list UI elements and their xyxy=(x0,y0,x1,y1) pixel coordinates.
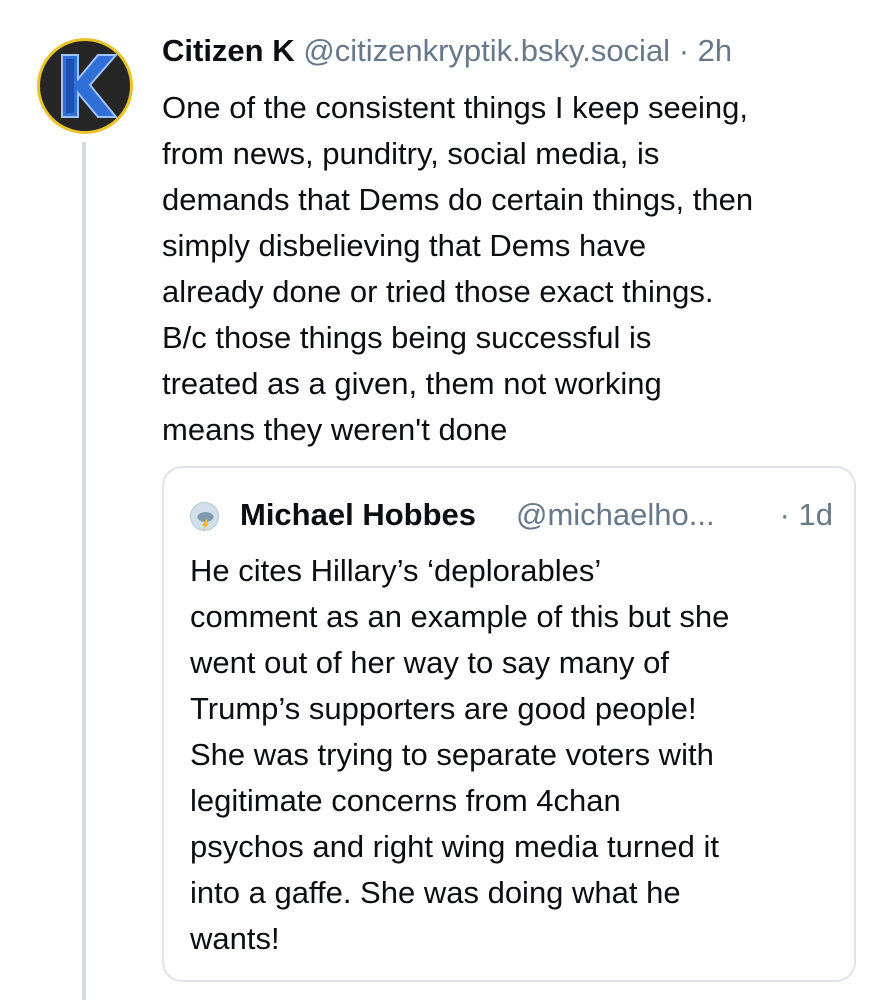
quoted-author-name[interactable]: Michael Hobbes xyxy=(240,494,476,536)
letter-k-logo-icon xyxy=(61,54,119,118)
post-container: Citizen K @citizenkryptik.bsky.social · … xyxy=(0,0,894,1000)
quoted-post-text: He cites Hillary’s ‘deplorables’ comment… xyxy=(190,553,730,956)
quoted-post-timestamp[interactable]: · 1d xyxy=(780,494,833,536)
post-text: One of the consistent things I keep seei… xyxy=(162,90,754,447)
author-name[interactable]: Citizen K xyxy=(162,33,295,68)
quoted-post[interactable]: Michael Hobbes @michaelho... · 1d He cit… xyxy=(162,466,856,982)
author-avatar[interactable] xyxy=(37,38,133,134)
header-separator: · xyxy=(678,33,690,68)
thread-line xyxy=(82,142,86,1000)
storm-cloud-icon xyxy=(197,512,214,530)
quoted-post-header: Michael Hobbes @michaelho... · 1d xyxy=(190,494,835,536)
post-timestamp[interactable]: 2h xyxy=(698,33,732,68)
quoted-author-avatar[interactable] xyxy=(190,502,219,531)
quoted-author-handle[interactable]: @michaelho... xyxy=(516,494,715,536)
author-handle[interactable]: @citizenkryptik.bsky.social xyxy=(303,33,670,68)
post-header: Citizen K @citizenkryptik.bsky.social · … xyxy=(162,30,732,72)
